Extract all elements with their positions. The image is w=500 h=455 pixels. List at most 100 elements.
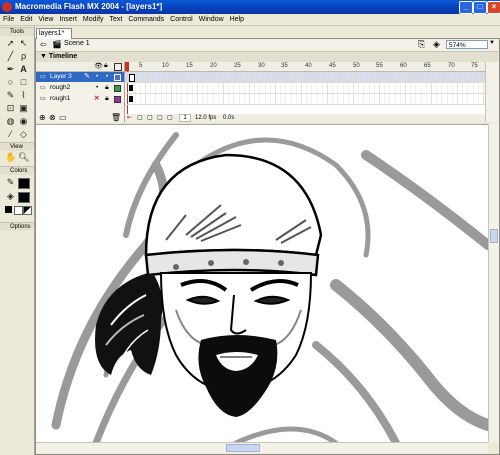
frame-row-layer3[interactable] [125, 72, 485, 83]
black-white-icon[interactable] [5, 206, 12, 213]
frames-grid[interactable]: 5 10 15 20 25 30 35 40 45 50 55 60 65 70… [125, 62, 485, 114]
back-arrow-icon[interactable]: ⇦ [40, 40, 47, 49]
layer-row-rough1[interactable]: ▭ rough1 ✕ 🔒︎ [36, 94, 124, 104]
layer-color-swatch[interactable] [114, 96, 121, 103]
stage-horizontal-scrollbar[interactable] [36, 442, 488, 453]
elapsed-time: 0.0s [223, 115, 235, 121]
ruler-tick: 65 [424, 63, 431, 69]
line-icon[interactable]: ╱ [5, 51, 16, 62]
visibility-dot[interactable]: • [96, 83, 98, 93]
swap-colors-icon[interactable] [23, 206, 32, 215]
onion-outline-icon[interactable]: ▢ [147, 114, 153, 122]
stage-vertical-scrollbar[interactable] [488, 124, 499, 442]
window-title: Macromedia Flash MX 2004 - [layers1*] [15, 2, 163, 11]
layer-icon: ▭ [40, 96, 46, 102]
insert-layer-icon[interactable]: ⊕ [39, 113, 46, 122]
menu-text[interactable]: Text [107, 14, 126, 25]
fill-transform-icon[interactable]: ▣ [18, 103, 29, 114]
oval-icon[interactable]: ○ [5, 77, 16, 88]
outline-icon[interactable] [114, 63, 122, 71]
ruler-tick: 25 [234, 63, 241, 69]
menu-insert[interactable]: Insert [56, 14, 80, 25]
playhead[interactable] [125, 62, 129, 71]
maximize-button[interactable]: □ [473, 1, 487, 14]
add-guide-icon[interactable]: ⊗ [49, 113, 56, 122]
stage-artwork [51, 132, 488, 443]
zoom-select[interactable]: 574% [446, 40, 488, 49]
trash-icon[interactable]: 🗑︎ [111, 113, 121, 122]
layer-color-swatch[interactable] [114, 85, 121, 92]
menu-window[interactable]: Window [196, 14, 227, 25]
onion-markers-icon[interactable]: ▢ [167, 114, 173, 122]
document-tab[interactable]: layers1* [36, 28, 72, 39]
keyframe[interactable] [129, 74, 135, 82]
timeline-scrollbar[interactable] [485, 62, 499, 122]
chevron-down-icon[interactable]: ▼ [489, 40, 495, 46]
edit-multiple-icon[interactable]: ▢ [157, 114, 163, 122]
stage[interactable] [36, 124, 488, 443]
pen-icon[interactable]: ✒ [5, 64, 16, 75]
frame-row-rough2[interactable] [125, 83, 485, 94]
keyframe[interactable] [129, 85, 133, 91]
no-color-icon[interactable] [14, 206, 23, 215]
lasso-icon[interactable]: ρ [18, 51, 29, 62]
edit-scene-icon[interactable]: ⎘ [418, 39, 425, 50]
fill-color-swatch[interactable] [18, 192, 30, 203]
vertical-scroll-thumb[interactable] [490, 229, 498, 243]
frame-rate: 12.0 fps [195, 115, 217, 121]
horizontal-scroll-thumb[interactable] [226, 444, 260, 452]
free-transform-icon[interactable]: ⊡ [5, 103, 16, 114]
layer-row-rough2[interactable]: ▭ rough2 • 🔒︎ [36, 83, 124, 93]
stroke-color-icon[interactable]: ✎ [5, 177, 16, 188]
menu-commands[interactable]: Commands [125, 14, 167, 25]
minimize-button[interactable]: _ [459, 1, 473, 14]
stroke-color-swatch[interactable] [18, 178, 30, 189]
close-button[interactable]: × [487, 1, 500, 14]
timeline-title: Timeline [48, 53, 78, 60]
layer-color-swatch[interactable] [114, 74, 121, 81]
helmet [144, 153, 323, 277]
lock-icon[interactable]: 🔒︎ [105, 94, 109, 104]
subselect-icon[interactable]: ↖ [18, 38, 29, 49]
ruler-tick: 5 [139, 63, 143, 69]
layer-row-layer3[interactable]: ▭ Layer 3 ✎ • • [36, 72, 124, 82]
edit-symbol-icon[interactable]: ◈ [433, 39, 440, 50]
menu-control[interactable]: Control [167, 14, 196, 25]
frame-ruler[interactable]: 5 10 15 20 25 30 35 40 45 50 55 60 65 70… [125, 62, 485, 72]
menu-view[interactable]: View [35, 14, 56, 25]
center-frame-icon[interactable]: ⇤ [127, 114, 132, 122]
eye-icon[interactable]: 👁︎ [94, 62, 103, 70]
menu-bar: File Edit View Insert Modify Text Commands Cont… [0, 14, 500, 26]
hidden-x-icon[interactable]: ✕ [94, 94, 99, 104]
tools-panel: Tools ➚ ↖ ╱ ρ ✒ A ○ □ ✎ ⌇ ⊡ ▣ ◍ ◉ ⁄ ◇ Vi… [0, 26, 35, 455]
ruler-tick: 40 [305, 63, 312, 69]
menu-file[interactable]: File [0, 14, 17, 25]
visibility-dot[interactable]: • [96, 72, 98, 82]
ruler-tick: 60 [400, 63, 407, 69]
menu-edit[interactable]: Edit [17, 14, 35, 25]
brush-icon[interactable]: ⌇ [18, 90, 29, 101]
zoom-icon[interactable]: 🔍︎ [18, 152, 29, 163]
frame-row-rough1[interactable] [125, 94, 485, 105]
rectangle-icon[interactable]: □ [18, 77, 29, 88]
lock-icon[interactable]: 🔒︎ [104, 62, 108, 70]
collapse-triangle-icon[interactable]: ▼ [40, 53, 47, 60]
lock-dot[interactable]: • [106, 72, 108, 82]
insert-folder-icon[interactable]: ▭ [59, 113, 67, 122]
arrow-icon[interactable]: ➚ [5, 38, 16, 49]
paint-bucket-icon[interactable]: ◉ [18, 116, 29, 127]
lock-icon[interactable]: 🔒︎ [105, 83, 109, 93]
text-icon[interactable]: A [18, 64, 29, 75]
hand-icon[interactable]: ✋ [5, 152, 16, 163]
ink-bottle-icon[interactable]: ◍ [5, 116, 16, 127]
eyedropper-icon[interactable]: ⁄ [5, 129, 16, 140]
eraser-icon[interactable]: ◇ [18, 129, 29, 140]
ruler-tick: 20 [210, 63, 217, 69]
menu-help[interactable]: Help [227, 14, 247, 25]
fill-color-icon[interactable]: ◈ [5, 191, 16, 202]
pencil-icon[interactable]: ✎ [5, 90, 16, 101]
keyframe[interactable] [129, 96, 133, 102]
layer-icon: ▭ [40, 74, 46, 80]
onion-skin-icon[interactable]: ▢ [137, 114, 143, 122]
menu-modify[interactable]: Modify [80, 14, 107, 25]
